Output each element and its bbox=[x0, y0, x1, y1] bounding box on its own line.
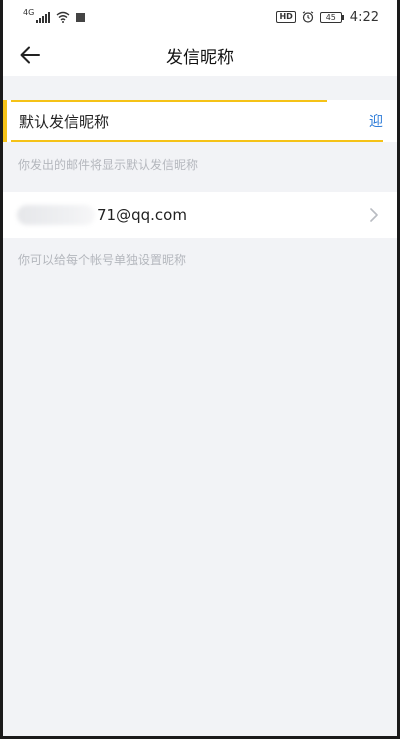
status-bar-right: HD 45 4:22 bbox=[276, 10, 379, 25]
default-nickname-input[interactable] bbox=[19, 112, 369, 130]
network-type-label: 4G bbox=[23, 7, 35, 17]
status-bar-left: 4G bbox=[23, 7, 86, 23]
wifi-icon bbox=[56, 11, 70, 23]
app-header: 发信昵称 bbox=[3, 34, 397, 76]
page-title: 发信昵称 bbox=[166, 47, 234, 68]
notification-icon bbox=[76, 12, 86, 22]
account-row[interactable]: 71@qq.com bbox=[3, 192, 397, 238]
default-nickname-row: 迎 bbox=[3, 100, 397, 142]
status-time: 4:22 bbox=[349, 9, 379, 25]
alarm-icon bbox=[302, 11, 314, 23]
chevron-right-icon bbox=[367, 208, 381, 222]
back-button[interactable] bbox=[15, 40, 45, 70]
nickname-action-button[interactable]: 迎 bbox=[369, 111, 383, 131]
battery-level: 45 bbox=[319, 11, 342, 23]
default-nickname-hint: 你发出的邮件将显示默认发信昵称 bbox=[18, 158, 199, 172]
focus-underline-top bbox=[11, 100, 327, 102]
redacted-email-prefix bbox=[17, 205, 95, 225]
per-account-hint: 你可以给每个帐号单独设置昵称 bbox=[18, 253, 187, 267]
hd-icon: HD bbox=[276, 11, 296, 23]
arrow-left-icon bbox=[20, 46, 40, 64]
focus-underline-bottom bbox=[11, 140, 383, 142]
cell-signal-icon bbox=[36, 11, 51, 23]
account-email: 71@qq.com bbox=[97, 206, 187, 224]
battery-icon: 45 bbox=[319, 11, 344, 23]
status-bar: 4G HD 45 4:22 bbox=[3, 0, 397, 34]
